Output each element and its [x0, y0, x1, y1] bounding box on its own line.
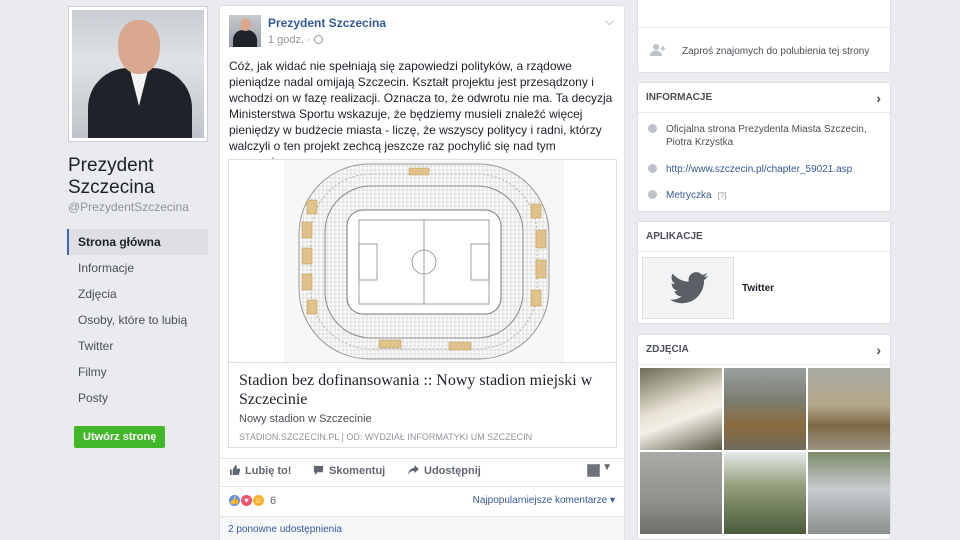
metryczka-help[interactable]: [?] [718, 191, 727, 200]
post-time[interactable]: 1 godz. · [268, 34, 311, 46]
link-title[interactable]: Stadion bez dofinansowania :: Nowy stadi… [239, 371, 599, 409]
apps-header: APLIKACJE [638, 222, 890, 252]
info-header-label: INFORMACJE [646, 92, 713, 103]
nav-item-twitter[interactable]: Twitter [67, 333, 208, 359]
nav-item-photos[interactable]: Zdjęcia [67, 281, 208, 307]
page-navigation: Strona główna Informacje Zdjęcia Osoby, … [67, 229, 208, 411]
info-description-text: Oficjalna strona Prezydenta Miasta Szcze… [666, 124, 867, 148]
photos-header[interactable]: ZDJĘCIA › [638, 335, 890, 365]
comment-button[interactable]: Skomentuj [313, 465, 385, 477]
shares-row: 2 ponowne udostępnienia [220, 516, 624, 540]
invite-friends-link[interactable]: Zaproś znajomych do polubienia tej stron… [682, 46, 869, 57]
create-page-button[interactable]: Utwórz stronę [74, 426, 166, 448]
share-arrow-icon [408, 465, 419, 475]
metryczka-link[interactable]: Metryczka [666, 190, 712, 201]
caret-down-icon[interactable]: ▼ [602, 462, 612, 473]
photo-thumbnail[interactable] [808, 452, 890, 534]
share-button[interactable]: Udostępnij [408, 465, 481, 477]
post-options-icon[interactable]: ⌵ [605, 14, 614, 29]
haha-reaction-icon[interactable]: ☺ [252, 494, 265, 507]
share-label: Udostępnij [424, 465, 481, 477]
photo-thumbnail[interactable] [724, 368, 806, 450]
twitter-bird-icon [670, 272, 708, 304]
apps-card: APLIKACJE Twitter [637, 221, 891, 324]
page-handle[interactable]: @PrezydentSzczecina [68, 200, 189, 214]
website-link[interactable]: http://www.szczecin.pl/chapter_59021.asp [666, 163, 876, 176]
globe-icon [313, 35, 323, 44]
chevron-right-icon[interactable]: › [876, 335, 881, 365]
nav-item-info[interactable]: Informacje [67, 255, 208, 281]
twitter-app-label[interactable]: Twitter [742, 283, 774, 294]
page-title[interactable]: Prezydent Szczecina [68, 155, 208, 199]
info-header[interactable]: INFORMACJE › [638, 83, 890, 113]
post-text: Cóż, jak widać nie spełniają się zapowie… [229, 59, 613, 169]
photo-thumbnail[interactable] [640, 368, 722, 450]
info-card: INFORMACJE › Oficjalna strona Prezydenta … [637, 82, 891, 212]
twitter-app-tile[interactable] [642, 257, 734, 319]
link-description: Nowy stadion w Szczecinie [239, 413, 372, 425]
like-label: Lubię to! [245, 465, 292, 477]
globe-icon [648, 164, 657, 173]
post-timestamp[interactable]: 1 godz. · [268, 34, 323, 46]
photo-thumbnail[interactable] [808, 368, 890, 450]
add-friend-icon [650, 44, 666, 56]
nav-item-posts[interactable]: Posty [67, 385, 208, 411]
post-card: Prezydent Szczecina 1 godz. · ⌵ Cóż, jak… [219, 5, 625, 540]
nav-item-home[interactable]: Strona główna [67, 229, 208, 255]
post-actions: Lubię to! Skomentuj Udostępnij ▼ [220, 458, 624, 486]
reactions-row: 👍 ♥ ☺ 6 Najpopularniejsze komentarze ▾ [220, 486, 624, 516]
photos-card: ZDJĘCIA › [637, 334, 891, 540]
invite-card: Zaproś znajomych do polubienia tej stron… [637, 0, 891, 73]
link-source: STADION.SZCZECIN.PL | OD: WYDZIAŁ INFORM… [239, 432, 533, 442]
book-icon [648, 190, 657, 199]
shares-link[interactable]: 2 ponowne udostępnienia [228, 524, 342, 535]
nav-item-likes[interactable]: Osoby, które to lubią [67, 307, 208, 333]
comment-label: Skomentuj [329, 465, 386, 477]
post-author-name[interactable]: Prezydent Szczecina [268, 16, 386, 30]
thumbs-up-icon [229, 465, 240, 475]
post-author-avatar[interactable] [229, 15, 261, 47]
stadium-plan-image[interactable] [229, 160, 616, 363]
photo-thumbnail[interactable] [640, 452, 722, 534]
like-button[interactable]: Lubię to! [229, 465, 291, 477]
photos-header-label: ZDJĘCIA [646, 344, 689, 355]
chevron-right-icon[interactable]: › [876, 83, 881, 113]
share-as-avatar[interactable] [587, 464, 600, 477]
profile-picture[interactable] [68, 6, 208, 142]
info-icon [648, 124, 657, 133]
nav-item-videos[interactable]: Filmy [67, 359, 208, 385]
photo-thumbnail[interactable] [724, 452, 806, 534]
profile-photo [72, 10, 204, 138]
reactions-count[interactable]: 6 [270, 495, 276, 507]
comment-sort-dropdown[interactable]: Najpopularniejsze komentarze ▾ [473, 495, 615, 506]
link-preview[interactable]: Stadion bez dofinansowania :: Nowy stadi… [228, 159, 617, 448]
comment-icon [313, 465, 324, 475]
